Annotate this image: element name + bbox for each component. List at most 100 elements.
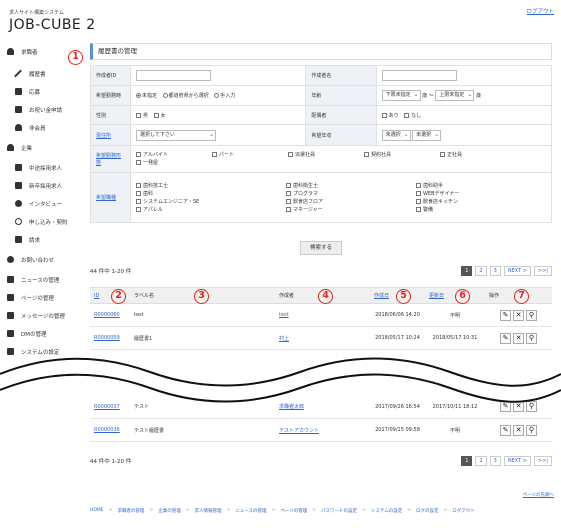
sidebar-item-company[interactable]: 企業 [7, 139, 87, 156]
row-id-link[interactable]: R0000059 [94, 335, 120, 341]
employment-opt[interactable]: パート [212, 151, 284, 159]
label-location[interactable]: 現住所 [96, 133, 111, 139]
sort-id[interactable]: ID [94, 293, 99, 299]
occupation-opt[interactable]: 歯科技工士 [136, 182, 282, 190]
row-author-link[interactable]: 求職者太郎 [279, 404, 304, 410]
page-top-link[interactable]: ページの先頭へ [523, 492, 554, 498]
footer-link[interactable]: ログアウト [452, 508, 475, 514]
page-next[interactable]: NEXT > [503, 266, 531, 276]
page-3[interactable]: 3 [489, 266, 501, 276]
footer-link[interactable]: 求職者の管理 [117, 508, 144, 514]
sidebar-item-contract[interactable]: 申し込み・契約 [15, 213, 87, 230]
row-id-link[interactable]: R0000060 [94, 312, 120, 318]
income-to-select[interactable]: 未選択 [412, 129, 442, 141]
sidebar-item-interview[interactable]: インタビュー [15, 195, 87, 212]
employment-opt[interactable]: 正社員 [440, 151, 512, 159]
sort-created[interactable]: 作成日 [374, 293, 389, 299]
sidebar-item-inquiry[interactable]: お問い合わせ [7, 251, 87, 268]
page-2[interactable]: 2 [475, 456, 487, 466]
page-3[interactable]: 3 [489, 456, 501, 466]
logo[interactable]: JOB-CUBE 2 [9, 17, 96, 33]
sidebar-item-resume[interactable]: 履歴書 [15, 65, 87, 82]
footer-link[interactable]: 企業の管理 [158, 508, 181, 514]
occupation-opt[interactable]: 歯科 [136, 190, 282, 198]
employment-opt[interactable]: アルバイト [136, 151, 208, 159]
edit-icon[interactable]: ✎ [500, 424, 511, 436]
occupation-opt[interactable]: 飲食店キッチン [416, 198, 542, 206]
footer-link[interactable]: ページの管理 [280, 508, 307, 514]
employment-opt[interactable]: 一発屋 [136, 159, 208, 167]
footer-link[interactable]: HOME [90, 508, 104, 514]
age-to-select[interactable]: 上限未指定 [435, 90, 475, 101]
edit-icon[interactable]: ✎ [500, 332, 511, 344]
footer-link[interactable]: パスワードの設定 [321, 508, 357, 514]
sidebar-item-nonmember[interactable]: 非会員 [15, 119, 87, 136]
sidebar-item-system-settings[interactable]: システムの設定 [7, 343, 87, 360]
page-last[interactable]: >>| [533, 456, 552, 466]
search-button[interactable]: 検索する [300, 241, 342, 255]
occupation-opt[interactable]: WEBデザイナー [416, 190, 542, 198]
occupation-opt[interactable]: 歯科衛生士 [286, 182, 412, 190]
delete-icon[interactable]: ✕ [513, 424, 524, 436]
page-1[interactable]: 1 [461, 456, 473, 466]
footer-link[interactable]: システムの設定 [371, 508, 402, 514]
gender-male-checkbox[interactable]: 男 [136, 112, 148, 119]
age-from-select[interactable]: 下限未指定 [381, 90, 421, 101]
footer-link[interactable]: ニュースの管理 [235, 508, 266, 514]
footer-link[interactable]: ログの設定 [416, 508, 439, 514]
page-2[interactable]: 2 [475, 266, 487, 276]
view-icon[interactable]: ⚲ [526, 332, 537, 344]
sidebar-item-bonus[interactable]: お祝い金申請 [15, 101, 87, 118]
creator-id-input[interactable] [136, 70, 211, 81]
sort-updated[interactable]: 更新日 [429, 293, 444, 299]
sidebar-item-newgrad-jobs[interactable]: 新卒採用求人 [15, 177, 87, 194]
employment-opt[interactable]: 契約社員 [364, 151, 436, 159]
row-id-link[interactable]: R0000036 [94, 427, 120, 433]
label-employment[interactable]: 希望勤務形態 [96, 153, 121, 166]
sidebar-item-invoice[interactable]: 請求 [15, 231, 87, 248]
delete-icon[interactable]: ✕ [513, 309, 524, 321]
sidebar-item-pages[interactable]: ページの管理 [7, 289, 87, 306]
location-select[interactable]: 選択して下さい [136, 129, 216, 141]
page-next[interactable]: NEXT > [503, 456, 531, 466]
sidebar-item-news[interactable]: ニュースの管理 [7, 271, 87, 288]
occupation-opt[interactable]: システムエンジニア・SE [136, 198, 282, 206]
edit-icon[interactable]: ✎ [500, 309, 511, 321]
row-author-link[interactable]: test [279, 312, 289, 318]
gender-female-checkbox[interactable]: 女 [153, 112, 166, 119]
row-author-link[interactable]: 村上 [279, 336, 289, 342]
delete-icon[interactable]: ✕ [513, 332, 524, 344]
employment-opt[interactable]: 派遣社員 [288, 151, 360, 159]
page-last[interactable]: >>| [533, 266, 552, 276]
salary-radio-prefecture[interactable]: 都道府県から選択 [162, 92, 209, 99]
spouse-yes-checkbox[interactable]: あり [381, 112, 399, 119]
sidebar-item-application[interactable]: 応募 [15, 83, 87, 100]
logout-link[interactable]: ログアウト [526, 7, 554, 15]
page-1[interactable]: 1 [461, 266, 473, 276]
creator-name-input[interactable] [381, 70, 457, 81]
occupation-opt[interactable]: 歯科助手 [416, 182, 542, 190]
spouse-no-checkbox[interactable]: なし [404, 112, 421, 119]
occupation-opt[interactable]: 飲食店フロア [286, 198, 412, 206]
view-icon[interactable]: ⚲ [526, 309, 537, 321]
row-id-link[interactable]: R0000037 [94, 404, 120, 410]
view-icon[interactable]: ⚲ [526, 424, 537, 436]
occupation-opt[interactable]: マネージャー [286, 206, 412, 214]
row-author-link[interactable]: テストアカウント [279, 428, 319, 434]
table-row: R0000037 テスト 求職者太郎 2017/09/26 16:54 2017… [90, 395, 552, 419]
sidebar-item-dm[interactable]: DMの管理 [7, 325, 87, 342]
view-icon[interactable]: ⚲ [526, 401, 537, 413]
income-from-select[interactable]: 未選択 [381, 129, 411, 141]
salary-radio-unspecified[interactable]: 未指定 [136, 92, 157, 99]
sidebar-item-midcareer-jobs[interactable]: 中途採用求人 [15, 159, 87, 176]
delete-icon[interactable]: ✕ [513, 401, 524, 413]
edit-icon[interactable]: ✎ [500, 401, 511, 413]
salary-radio-manual[interactable]: 手入力 [214, 92, 235, 99]
sidebar-item-messages[interactable]: メッセージの管理 [7, 307, 87, 324]
occupation-opt[interactable]: プログラマ [286, 190, 412, 198]
sidebar-item-settings[interactable]: の設定 [7, 361, 87, 378]
occupation-opt[interactable]: 警備 [416, 206, 542, 214]
label-occupation[interactable]: 希望職種 [96, 195, 116, 201]
occupation-opt[interactable]: アパレル [136, 206, 282, 214]
footer-link[interactable]: 求人情報管理 [195, 508, 222, 514]
